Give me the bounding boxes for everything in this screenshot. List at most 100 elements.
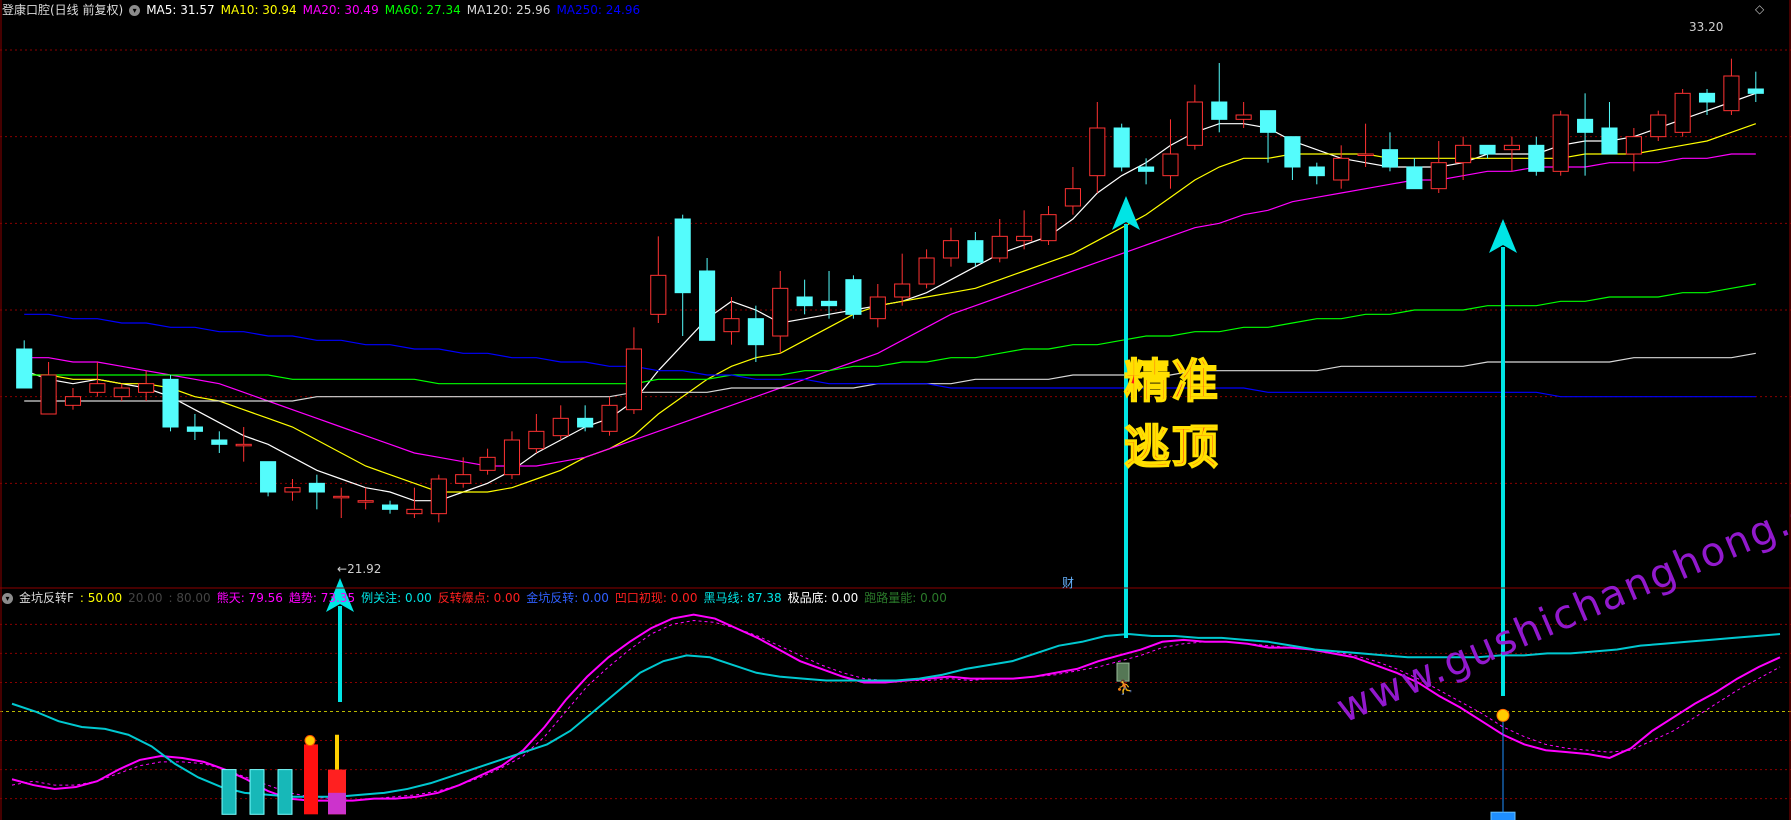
candle-55: [1357, 123, 1374, 167]
upper-indicator-3: MA60: 27.34: [384, 3, 461, 17]
candle-body: [845, 279, 862, 315]
candle-body: [528, 430, 545, 450]
candle-body: [699, 270, 716, 341]
candle-body: [211, 439, 228, 445]
candle-58: [1430, 141, 1447, 193]
signal-bar-cyan-1: [249, 769, 265, 815]
candle-59: [1455, 136, 1472, 180]
candle-body: [40, 374, 57, 415]
candle-body: [1552, 114, 1569, 172]
candle-27: [674, 214, 691, 336]
low-price-label: ←21.92: [337, 562, 382, 576]
upper-indicator-4: MA120: 25.96: [466, 3, 551, 17]
candle-body: [284, 487, 301, 493]
candle-34: [845, 275, 862, 319]
candle-body: [1040, 214, 1057, 242]
candle-body: [1577, 118, 1594, 133]
lower-indicator-8: 凹口初现: 0.00: [614, 591, 698, 605]
candle-21: [528, 414, 545, 453]
candle-body: [723, 318, 740, 333]
upper-indicator-1: MA10: 30.94: [220, 3, 297, 17]
candle-body: [1357, 153, 1374, 156]
candle-63: [1552, 110, 1569, 176]
candle-body: [1674, 92, 1691, 133]
lower-indicator-3: 熊天: 79.56: [216, 591, 283, 605]
candle-52: [1284, 136, 1301, 180]
candle-body: [1601, 127, 1618, 155]
candle-10: [260, 461, 277, 497]
candle-body: [869, 296, 886, 320]
candle-body: [650, 274, 667, 315]
candle-39: [967, 232, 984, 267]
candle-53: [1308, 162, 1325, 185]
candle-body: [1430, 162, 1447, 190]
candle-67: [1650, 110, 1667, 141]
candle-6: [162, 375, 179, 432]
candle-15: [381, 500, 399, 514]
candle-38: [942, 227, 960, 267]
candle-body: [772, 287, 789, 337]
candle-46: [1138, 158, 1155, 185]
candle-36: [894, 253, 911, 306]
lower-header: ▾ 金坑反转F : 50.00 20.00: 80.00 熊天: 79.56 趋势: …: [0, 588, 947, 608]
ma-line-ma10: [24, 123, 1757, 493]
candle-13: [333, 487, 350, 518]
candle-1: [40, 362, 57, 415]
bottom-signal-block: [1490, 811, 1516, 820]
bottom-signal-coin-icon: [1496, 708, 1510, 722]
candle-17: [430, 474, 447, 523]
candle-body: [1381, 149, 1399, 168]
candle-32: [796, 279, 813, 315]
candle-body: [1138, 166, 1155, 172]
candle-body: [1747, 88, 1764, 94]
upper-indicator-2: MA20: 30.49: [302, 3, 379, 17]
candle-33: [820, 271, 838, 319]
settings-toggle-icon[interactable]: ▾: [129, 4, 141, 16]
candle-2: [64, 388, 82, 410]
ma-line-ma60: [24, 283, 1756, 385]
candle-body: [625, 348, 642, 411]
candle-body: [820, 300, 838, 307]
candle-54: [1333, 145, 1350, 189]
candle-20: [503, 431, 521, 479]
candle-35: [869, 284, 886, 328]
diamond-icon[interactable]: ◇: [1755, 2, 1764, 16]
candle-body: [918, 257, 935, 285]
candle-body: [1162, 153, 1179, 177]
candle-body: [1503, 144, 1520, 151]
candle-body: [333, 495, 350, 499]
candle-body: [1479, 144, 1496, 155]
candle-body: [1333, 157, 1350, 181]
candle-69: [1698, 89, 1716, 115]
candle-body: [406, 508, 423, 515]
candle-body: [503, 439, 521, 476]
ma-line-ma120: [24, 352, 1756, 402]
candle-body: [186, 426, 203, 432]
candle-body: [16, 348, 33, 389]
candle-body: [1235, 114, 1252, 120]
lower-indicator-10: 极品底: 0.00: [787, 591, 859, 605]
low-price-value: 21.92: [347, 562, 382, 576]
upper-header: 登康口腔(日线 前复权) ▾ MA5: 31.57 MA10: 30.94 MA20…: [0, 0, 640, 20]
candle-body: [747, 318, 764, 346]
candle-18: [455, 457, 472, 488]
candle-71: [1747, 71, 1764, 102]
candle-body: [1455, 144, 1472, 164]
candle-body: [381, 504, 399, 510]
candle-body: [991, 235, 1008, 259]
candle-23: [577, 405, 594, 432]
candle-body: [308, 482, 325, 493]
candle-body: [1650, 114, 1667, 138]
high-price-label: 33.20: [1689, 20, 1724, 34]
indicator-toggle-icon[interactable]: ▾: [2, 592, 13, 604]
candle-45: [1113, 123, 1130, 172]
candle-body: [1698, 92, 1716, 103]
lower-title: 金坑反转F: [19, 591, 74, 605]
candle-57: [1406, 158, 1423, 190]
top-signal-block: [1116, 662, 1130, 682]
candle-body: [479, 456, 496, 471]
candle-42: [1040, 206, 1057, 245]
candle-40: [991, 219, 1008, 263]
cai-marker[interactable]: 财: [1062, 574, 1074, 591]
candle-body: [1211, 101, 1228, 120]
